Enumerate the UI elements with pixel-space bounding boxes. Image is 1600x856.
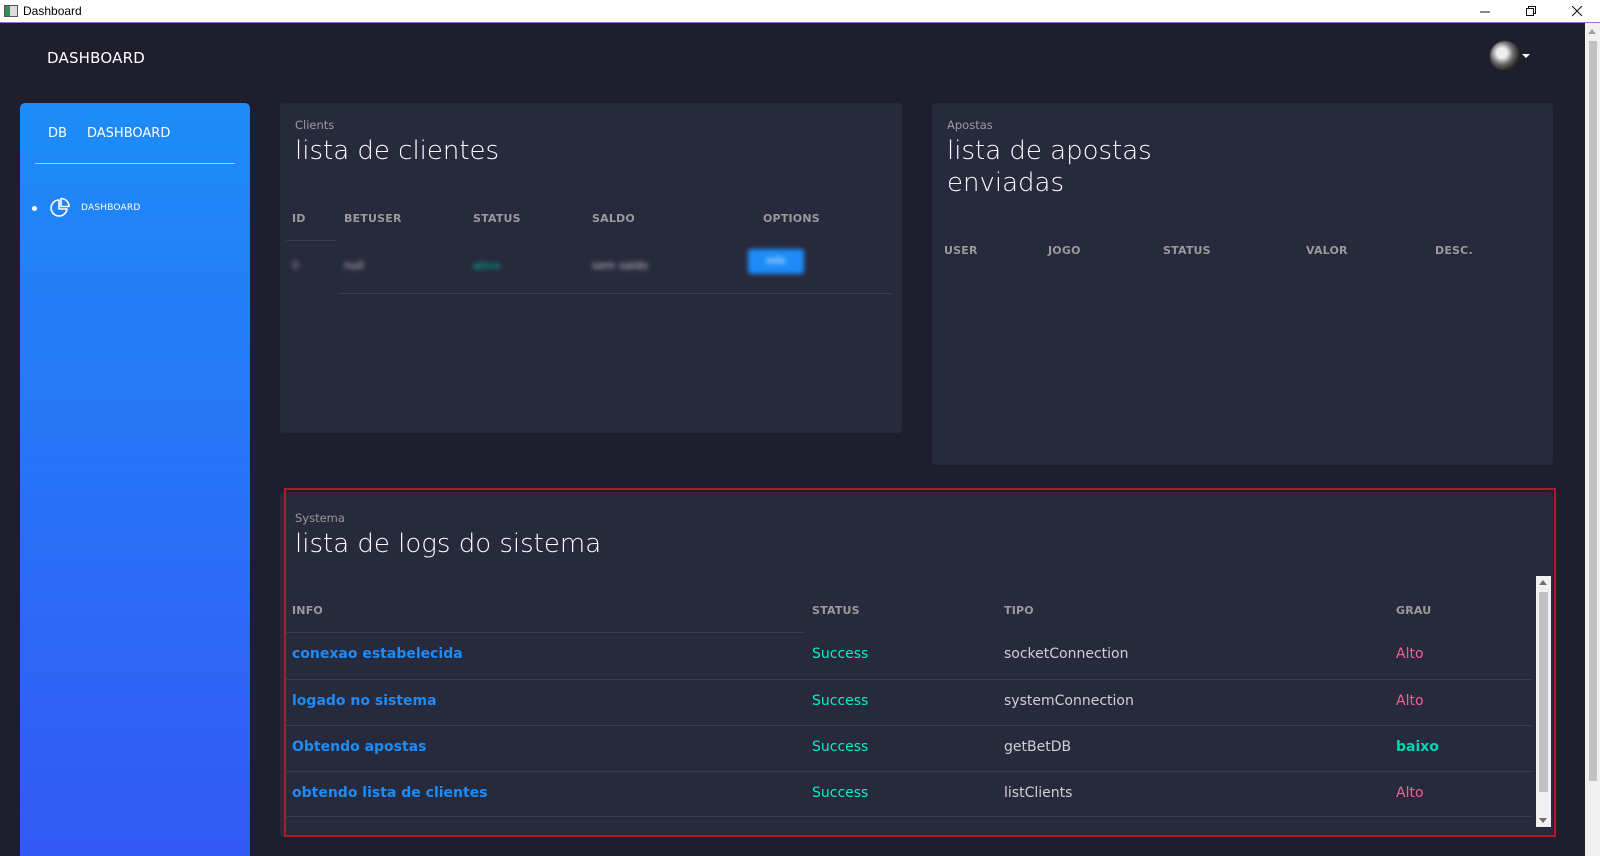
sidebar-item-label: DASHBOARD [81, 203, 141, 213]
table-row: logado no sistema Success systemConnecti… [286, 679, 1532, 725]
table-header-betuser: BETUSER [344, 212, 402, 225]
sidebar: DB DASHBOARD DASHBOARD [20, 103, 250, 856]
sidebar-header: DB DASHBOARD [35, 103, 235, 164]
table-header-valor: VALOR [1306, 244, 1348, 257]
card-title: lista de clientes [295, 136, 500, 166]
table-header-status: STATUS [812, 604, 860, 617]
close-icon [1571, 5, 1582, 16]
table-row: Obtendo apostas Success getBetDB baixo [286, 725, 1532, 771]
log-status: Success [812, 646, 869, 662]
table-header-status: STATUS [473, 212, 521, 225]
table-row: conexao estabelecida Success socketConne… [286, 633, 1532, 679]
log-tipo: listClients [1004, 785, 1073, 801]
close-button[interactable] [1554, 0, 1600, 22]
table-header-options: OPTIONS [763, 212, 820, 225]
active-indicator [32, 205, 37, 211]
table-header-id: ID [292, 212, 306, 225]
table-header-desc: DESC. [1435, 244, 1473, 257]
minimize-button[interactable] [1462, 0, 1508, 22]
scroll-up-icon[interactable] [1588, 29, 1596, 34]
table-header-grau: GRAU [1396, 604, 1432, 617]
client-info-button[interactable]: Info [748, 249, 804, 274]
client-betuser: null [344, 259, 365, 272]
log-tipo: socketConnection [1004, 646, 1129, 662]
log-tipo: getBetDB [1004, 739, 1072, 755]
log-info[interactable]: conexao estabelecida [292, 646, 463, 662]
avatar[interactable] [1490, 41, 1520, 71]
log-grau: Alto [1396, 646, 1424, 662]
table-divider [286, 240, 336, 241]
table-header-tipo: TIPO [1004, 604, 1034, 617]
log-grau: Alto [1396, 693, 1424, 709]
client-id: 0 [292, 259, 299, 272]
chart-pie-icon [50, 197, 70, 217]
table-header-status: STATUS [1163, 244, 1211, 257]
table-row: obtendo lista de clientes Success listCl… [286, 771, 1532, 817]
clients-card: Clients lista de clientes [280, 103, 902, 433]
log-status: Success [812, 785, 869, 801]
log-status: Success [812, 693, 869, 709]
window-title: Dashboard [23, 4, 82, 18]
log-grau: Alto [1396, 785, 1424, 801]
log-grau: baixo [1396, 739, 1439, 755]
table-divider [338, 293, 893, 294]
scrollbar-thumb[interactable] [1589, 41, 1597, 781]
scroll-up-icon[interactable] [1539, 580, 1547, 585]
restore-button[interactable] [1508, 0, 1554, 22]
sidebar-logo-mini[interactable]: DB [48, 126, 67, 141]
caret-down-icon[interactable] [1522, 54, 1530, 58]
logs-scrollbar[interactable] [1536, 576, 1551, 827]
table-header-saldo: SALDO [592, 212, 635, 225]
client-saldo: sem saldo [592, 259, 648, 272]
table-header-info: INFO [292, 604, 323, 617]
log-tipo: systemConnection [1004, 693, 1134, 709]
sidebar-logo-text[interactable]: DASHBOARD [87, 126, 170, 141]
window-title-bar: Dashboard [0, 0, 1600, 23]
user-menu[interactable] [1490, 41, 1530, 71]
log-status: Success [812, 739, 869, 755]
card-title-line-2: enviadas [947, 168, 1064, 198]
minimize-icon [1479, 11, 1490, 12]
scrollbar-thumb[interactable] [1539, 592, 1548, 792]
card-category: Apostas [947, 118, 993, 132]
window-controls [1462, 0, 1600, 22]
table-header-user: USER [944, 244, 978, 257]
restore-icon [1525, 5, 1536, 16]
client-status: ativo [473, 259, 501, 272]
bets-card: Apostas lista de apostas enviadas [932, 103, 1553, 465]
log-info[interactable]: obtendo lista de clientes [292, 785, 488, 801]
card-category: Clients [295, 118, 335, 132]
scroll-down-icon[interactable] [1539, 818, 1547, 823]
sidebar-item-dashboard[interactable]: DASHBOARD [30, 195, 240, 221]
page-scrollbar[interactable] [1585, 23, 1600, 856]
card-title-line-1: lista de apostas [947, 136, 1152, 166]
log-info[interactable]: Obtendo apostas [292, 739, 426, 755]
table-header-jogo: JOGO [1048, 244, 1081, 257]
log-info[interactable]: logado no sistema [292, 693, 437, 709]
navbar-brand[interactable]: DASHBOARD [47, 49, 145, 67]
app-icon [4, 5, 18, 17]
